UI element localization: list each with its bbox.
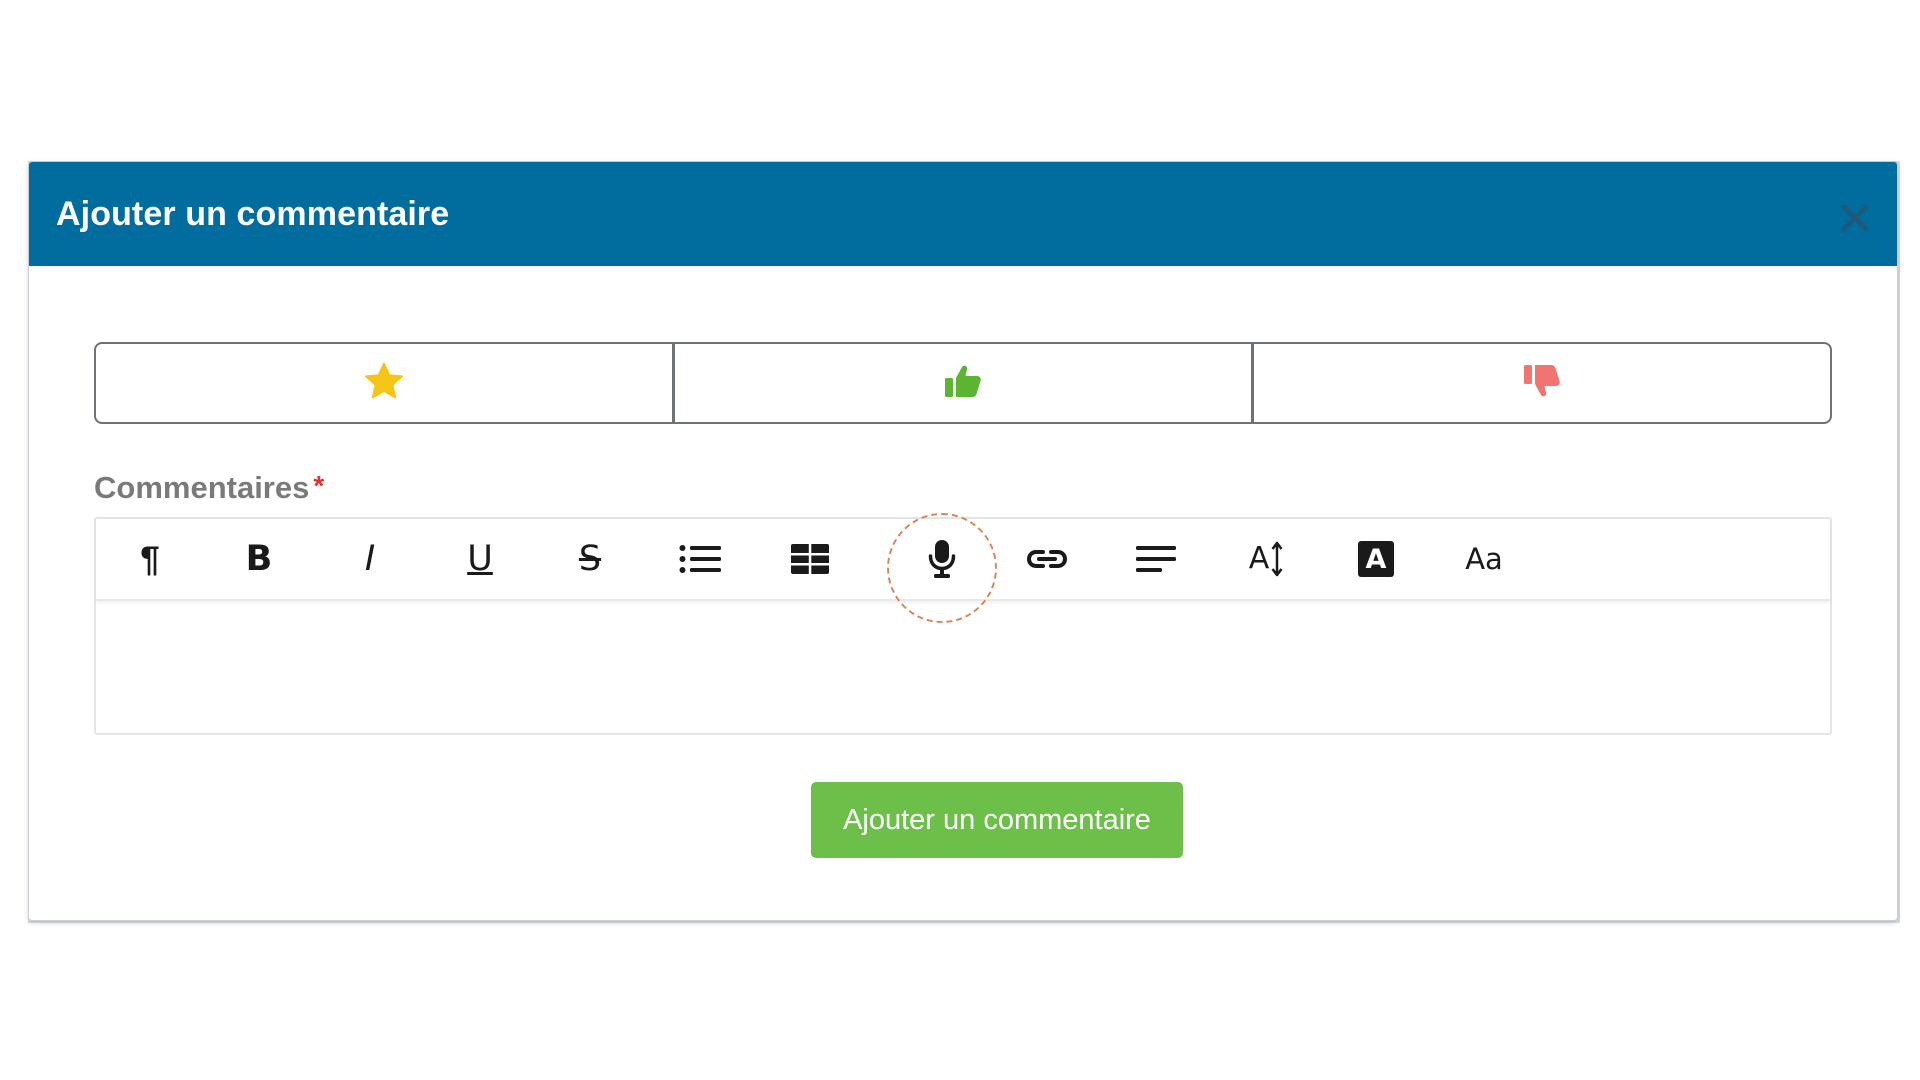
- font-size-icon: A: [1249, 541, 1284, 577]
- close-icon[interactable]: [1839, 202, 1871, 234]
- rating-favorite-button[interactable]: [96, 344, 672, 422]
- add-comment-modal: Ajouter un commentaire Commentaires * ¶ …: [28, 161, 1898, 921]
- align-icon: [1136, 545, 1176, 573]
- thumbs-up-icon: [944, 364, 982, 403]
- microphone-button[interactable]: [914, 531, 970, 587]
- italic-icon: I: [364, 538, 376, 579]
- paragraph-icon: ¶: [140, 539, 160, 579]
- comment-text-area[interactable]: [96, 601, 1830, 733]
- modal-header: Ajouter un commentaire: [29, 162, 1897, 266]
- comments-label: Commentaires *: [94, 470, 324, 506]
- text-highlight-button[interactable]: A: [1348, 531, 1404, 587]
- bold-icon: B: [245, 538, 273, 579]
- editor-toolbar: ¶ B I U S A A Aa: [96, 513, 1830, 623]
- table-icon: [791, 544, 829, 574]
- bulleted-list-button[interactable]: [672, 531, 728, 587]
- strikethrough-button[interactable]: S: [562, 531, 618, 587]
- microphone-icon: [928, 539, 956, 579]
- paragraph-button[interactable]: ¶: [122, 531, 178, 587]
- text-case-icon: Aa: [1465, 541, 1503, 576]
- rating-dislike-button[interactable]: [1251, 344, 1830, 422]
- comments-label-text: Commentaires: [94, 470, 310, 505]
- thumbs-down-icon: [1523, 364, 1561, 403]
- strikethrough-icon: S: [578, 538, 602, 579]
- italic-button[interactable]: I: [342, 531, 398, 587]
- font-size-button[interactable]: A: [1238, 531, 1294, 587]
- modal-title: Ajouter un commentaire: [56, 194, 450, 233]
- rating-selector: [94, 342, 1832, 424]
- add-comment-button[interactable]: Ajouter un commentaire: [811, 782, 1183, 858]
- bold-button[interactable]: B: [231, 531, 287, 587]
- link-button[interactable]: [1019, 531, 1075, 587]
- star-icon: [364, 362, 404, 405]
- required-marker: *: [313, 470, 325, 501]
- link-icon: [1026, 547, 1068, 571]
- table-button[interactable]: [782, 531, 838, 587]
- text-case-button[interactable]: Aa: [1456, 531, 1512, 587]
- font-size-glyph: A: [1248, 541, 1270, 576]
- align-button[interactable]: [1128, 531, 1184, 587]
- page: Ajouter un commentaire Commentaires * ¶ …: [0, 0, 1920, 1080]
- rating-like-button[interactable]: [672, 344, 1251, 422]
- text-highlight-glyph: A: [1365, 543, 1387, 575]
- comment-editor: ¶ B I U S A A Aa: [94, 513, 1832, 735]
- underline-button[interactable]: U: [452, 531, 508, 587]
- underline-icon: U: [467, 538, 493, 579]
- bulleted-list-icon: [679, 544, 721, 574]
- text-highlight-icon: A: [1358, 541, 1394, 577]
